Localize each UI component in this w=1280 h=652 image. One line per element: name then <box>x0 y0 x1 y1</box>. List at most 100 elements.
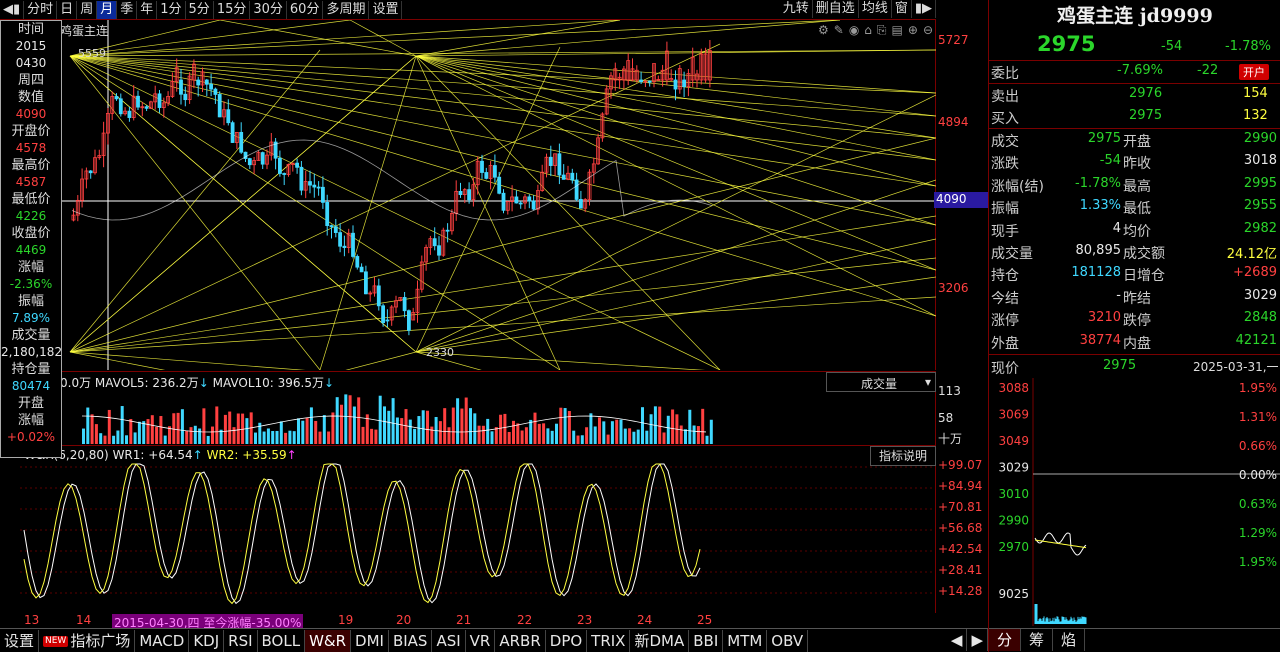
info-value: 0430 <box>15 56 47 70</box>
indicator-tab[interactable]: DMI <box>351 629 389 652</box>
indicator-selector[interactable]: 成交量 ▾ <box>826 372 936 392</box>
copy-icon[interactable]: ⎘ <box>877 23 887 38</box>
volume-chart[interactable]: 0.0万 MAVOL5: 236.2万↓ MAVOL10: 396.5万↓ 成交… <box>20 371 936 445</box>
indicator-tab[interactable]: 新DMA <box>630 629 690 652</box>
intraday-mini-chart[interactable]: 3088 3069 3049 3029 3010 2990 2970 9025 1.95% 1.3… <box>989 378 1280 626</box>
indicator-help-button[interactable]: 指标说明 <box>870 446 936 466</box>
volume-bar <box>344 394 348 444</box>
stat-label: 涨幅(结) <box>991 178 1044 195</box>
scroll-right-icon[interactable]: ▶ <box>967 629 988 651</box>
settings-icon[interactable]: ⚙ <box>818 23 829 38</box>
stat-value: 2990 <box>1243 131 1277 146</box>
candle-body <box>579 199 583 209</box>
indicator-tab-label: KDJ <box>193 631 220 650</box>
ask-price: 2976 <box>1129 86 1163 101</box>
period-tab[interactable]: 30分 <box>250 0 287 19</box>
candle-body <box>570 172 575 181</box>
indicator-tab[interactable]: 设置 <box>0 629 40 652</box>
indicator-tab[interactable]: DPO <box>546 629 588 652</box>
toolbar-right-button[interactable]: 九转 <box>780 0 813 18</box>
info-value: 2015 <box>15 39 47 53</box>
zoom-out-icon[interactable]: ⊖ <box>923 23 933 38</box>
candlestick-chart[interactable]: 鸡蛋主连 5559 2330 ⚙ ✎ ◉ ⌂ ⎘ ▤ ⊕ ⊖ <box>20 19 937 413</box>
stat-label: 开盘 <box>1123 134 1151 150</box>
layout-icon[interactable]: ▤ <box>892 23 903 38</box>
volume-bar <box>555 423 558 444</box>
candle-body <box>282 173 287 175</box>
period-tab[interactable]: 分时 <box>24 0 58 19</box>
wr-axis-tick: +14.28 <box>938 584 983 598</box>
indicator-tab[interactable]: OBV <box>767 629 809 652</box>
ma-line <box>71 139 713 221</box>
indicator-tab[interactable]: TRIX <box>587 629 631 652</box>
volume-bar <box>309 407 313 444</box>
toolbar-right-button[interactable]: 删自选 <box>813 0 859 18</box>
volume-bar <box>352 406 356 444</box>
indicator-tab[interactable]: NEW 指标广场 <box>39 629 136 652</box>
zoom-in-icon[interactable]: ⊕ <box>908 23 918 38</box>
basket-icon[interactable]: ⌂ <box>864 23 872 38</box>
period-tab[interactable]: 年 <box>137 0 158 19</box>
indicator-tab-label: ARBR <box>499 631 541 650</box>
indicator-tab[interactable]: MACD <box>135 629 190 652</box>
wr-axis-tick: +56.68 <box>938 521 983 535</box>
volume-bar <box>245 418 249 444</box>
period-tab[interactable]: 60分 <box>287 0 324 19</box>
scroll-left-icon[interactable]: ◀ <box>947 629 968 651</box>
period-tab[interactable]: 设置 <box>369 0 403 19</box>
right-tab[interactable]: 筹 <box>1021 629 1054 651</box>
period-tab[interactable]: 周 <box>77 0 98 19</box>
candlestick-svg[interactable] <box>20 19 937 413</box>
open-account-button[interactable]: 开户 <box>1239 64 1269 80</box>
volume-bar <box>297 418 300 444</box>
gann-line <box>69 55 561 371</box>
volume-bar <box>516 423 520 444</box>
collapse-icon[interactable]: ◀▮ <box>0 0 25 19</box>
mini-left-tick: 3049 <box>998 434 1029 448</box>
eye-icon[interactable]: ◉ <box>849 23 859 38</box>
toolbar-right-button[interactable]: 均线 <box>859 0 892 18</box>
period-tab[interactable]: 月 <box>97 0 118 19</box>
period-tab[interactable]: 5分 <box>186 0 214 19</box>
period-tab[interactable]: 日 <box>57 0 78 19</box>
period-tab[interactable]: 季 <box>117 0 138 19</box>
wr-chart[interactable]: W&R(6,20,80) WR1: +64.54↑ WR2: +35.59↑ 指… <box>20 445 936 630</box>
volume-bar <box>494 427 498 444</box>
candle-body <box>531 200 536 210</box>
info-value: 4226 <box>15 209 47 223</box>
period-tab[interactable]: 1分 <box>157 0 186 19</box>
volume-bar <box>146 419 150 444</box>
indicator-tab[interactable]: BBI <box>689 629 724 652</box>
volume-bar <box>520 430 524 444</box>
volume-bar <box>142 421 146 444</box>
expand-icon[interactable]: ▮▶ <box>912 0 936 18</box>
indicator-tab[interactable]: ARBR <box>495 629 546 652</box>
indicator-tab[interactable]: ASI <box>432 629 466 652</box>
toolbar-right-button[interactable]: 窗 <box>892 0 912 18</box>
volume-bar <box>473 413 477 444</box>
wr-axis-tick: +99.07 <box>938 458 983 472</box>
volume-bar <box>477 425 481 444</box>
toolbar-right: 九转 删自选 均线窗 ▮▶ <box>780 0 936 18</box>
volume-bar <box>709 419 713 444</box>
quote-stat-row: 涨跌 -54 昨收 3018 <box>989 151 1280 173</box>
volume-bar <box>598 417 601 444</box>
period-tab[interactable]: 多周期 <box>323 0 370 19</box>
volume-bar <box>688 409 692 444</box>
indicator-tab[interactable]: RSI <box>224 629 258 652</box>
indicator-tab[interactable]: KDJ <box>189 629 225 652</box>
pencil-icon[interactable]: ✎ <box>834 23 844 38</box>
indicator-tab[interactable]: MTM <box>723 629 768 652</box>
volume-bar <box>176 412 180 444</box>
indicator-tab[interactable]: VR <box>466 629 496 652</box>
right-tab[interactable]: 焰 <box>1053 629 1086 651</box>
wr-axis-tick: +70.81 <box>938 500 983 514</box>
period-tab[interactable]: 15分 <box>214 0 251 19</box>
candle-body <box>518 202 523 205</box>
indicator-tab[interactable]: BIAS <box>389 629 433 652</box>
quote-stat-row: 成交 2975 开盘 2990 <box>989 129 1280 151</box>
indicator-tab[interactable]: W&R <box>305 629 352 652</box>
right-tab[interactable]: 分 <box>989 629 1022 651</box>
indicator-tab[interactable]: BOLL <box>258 629 306 652</box>
info-value: 4090 <box>15 107 47 121</box>
